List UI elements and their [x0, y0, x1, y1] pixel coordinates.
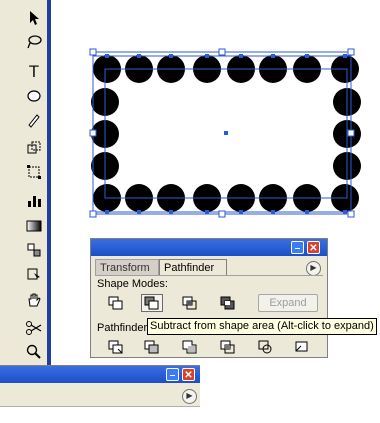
panel-menu-button[interactable]: ▶ — [182, 389, 197, 404]
anchor-point — [105, 54, 109, 58]
ellipse-icon[interactable] — [24, 86, 44, 106]
pathfinders-label: Pathfinder — [97, 322, 148, 334]
pencil-icon[interactable] — [24, 110, 44, 130]
anchor-point — [169, 54, 173, 58]
bounding-box-handle — [218, 210, 226, 218]
exclude-overlapping-shape-areas-icon[interactable] — [217, 294, 239, 312]
bounding-box-handle — [89, 48, 97, 56]
bounding-box-handle — [89, 210, 97, 218]
minus-back-icon[interactable] — [291, 338, 313, 356]
trim-icon[interactable] — [141, 338, 163, 356]
type-icon[interactable]: T — [24, 62, 44, 82]
crop-icon[interactable] — [217, 338, 239, 356]
panel-titlebar[interactable]: – ✕ — [0, 366, 200, 383]
anchor-point — [239, 54, 243, 58]
zoom-icon[interactable] — [24, 342, 44, 362]
bounding-box-handle — [347, 129, 355, 137]
pathfinder-panel: – ✕ Transform Pathfinder ▶ Shape Modes: … — [90, 238, 328, 358]
bounding-box-handle — [218, 48, 226, 56]
panel-titlebar[interactable]: – ✕ — [91, 239, 327, 256]
close-button[interactable]: ✕ — [182, 368, 195, 381]
anchor-point — [205, 54, 209, 58]
selected-shape[interactable] — [51, 0, 380, 235]
bounding-box-handle — [347, 210, 355, 218]
minimize-button[interactable]: – — [166, 368, 179, 381]
anchor-point — [239, 210, 243, 214]
live-paint-selection-icon[interactable] — [24, 264, 44, 284]
minimize-button[interactable]: – — [291, 241, 304, 254]
tab-pathfinder[interactable]: Pathfinder — [159, 259, 227, 275]
free-transform-icon[interactable] — [24, 162, 44, 182]
gradient-icon[interactable] — [24, 216, 44, 236]
scissors-icon[interactable] — [24, 318, 44, 338]
merge-icon[interactable] — [179, 338, 201, 356]
center-point — [224, 131, 228, 135]
column-graph-icon[interactable] — [24, 190, 44, 210]
pathfinder-content: Shape Modes: Expand Pathfinder — [95, 275, 323, 356]
artboard[interactable] — [51, 0, 380, 235]
scale-icon[interactable] — [24, 138, 44, 158]
add-to-shape-area-icon[interactable] — [105, 294, 127, 312]
collapsed-panel: – ✕ ▶ — [0, 365, 200, 423]
bounding-box-handle — [89, 129, 97, 137]
intersect-shape-areas-icon[interactable] — [179, 294, 201, 312]
blend-icon[interactable] — [24, 240, 44, 260]
anchor-point — [271, 210, 275, 214]
expand-button[interactable]: Expand — [258, 294, 318, 312]
anchor-point — [105, 210, 109, 214]
tools-left-edge — [0, 10, 6, 410]
tools-panel: T ? — [0, 0, 47, 421]
panel-content-row — [0, 406, 200, 423]
bounding-box-handle — [347, 48, 355, 56]
anchor-point — [305, 54, 309, 58]
anchor-point — [137, 210, 141, 214]
tab-transform[interactable]: Transform — [95, 259, 159, 275]
shape-modes-label: Shape Modes: — [97, 278, 168, 290]
outline-icon[interactable] — [255, 338, 277, 356]
anchor-point — [343, 210, 347, 214]
panel-menu-button[interactable]: ▶ — [306, 261, 321, 276]
tooltip: Subtract from shape area (Alt-click to e… — [147, 318, 377, 335]
subtract-from-shape-area-icon[interactable] — [141, 294, 163, 312]
anchor-point — [271, 54, 275, 58]
anchor-point — [343, 54, 347, 58]
anchor-point — [169, 210, 173, 214]
divide-icon[interactable] — [105, 338, 127, 356]
hand-icon[interactable] — [24, 290, 44, 310]
lasso-icon[interactable] — [24, 32, 44, 52]
close-button[interactable]: ✕ — [307, 241, 320, 254]
anchor-point — [205, 210, 209, 214]
anchor-point — [305, 210, 309, 214]
anchor-point — [137, 54, 141, 58]
direct-selection-icon[interactable] — [24, 8, 44, 28]
